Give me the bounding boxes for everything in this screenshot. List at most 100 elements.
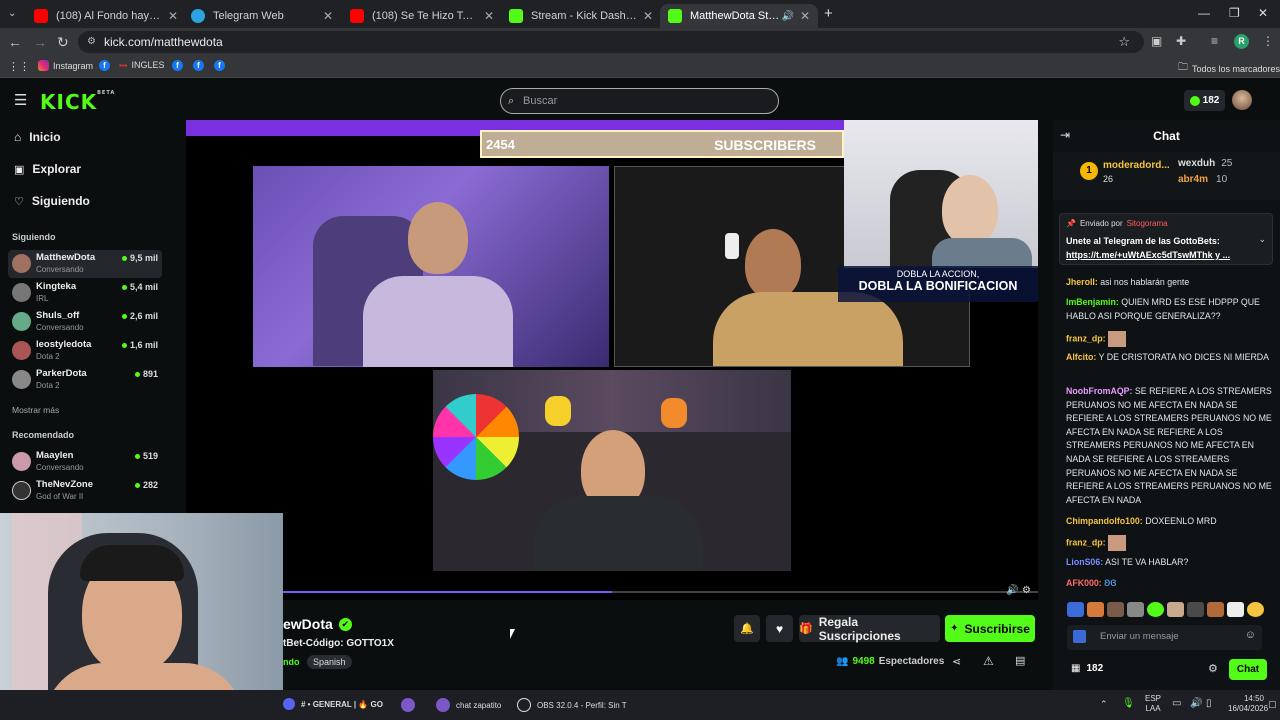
settings-icon[interactable]: ⚙	[1022, 585, 1031, 596]
close-icon[interactable]: ✕	[484, 9, 494, 23]
sidebar-channel-matthewdota[interactable]: MatthewDota Conversando 9,5 mil	[8, 250, 162, 278]
bookmark-facebook[interactable]: f	[172, 60, 183, 71]
bookmark-ingles[interactable]: ▪▪▪ INGLES	[119, 60, 165, 70]
sidebar-channel-kingteka[interactable]: Kingteka IRL 5,4 mil	[8, 279, 162, 307]
emote-icon[interactable]	[1107, 602, 1124, 617]
notifications-button[interactable]: 🔔	[734, 615, 760, 642]
battery-icon[interactable]: ▯	[1206, 698, 1212, 709]
tray-chevron-icon[interactable]: ⌃	[1100, 699, 1108, 710]
chat-taskbar-item[interactable]: chat zapatito	[436, 698, 501, 712]
close-window-button[interactable]: ✕	[1258, 6, 1268, 20]
pinned-message[interactable]: 📌 Enviado por Sitogorama Unete al Telegr…	[1059, 213, 1273, 265]
forward-button[interactable]: →	[33, 34, 47, 50]
media-control-icon[interactable]: ≡	[1211, 34, 1218, 48]
close-icon[interactable]: ✕	[800, 9, 810, 23]
menu-icon[interactable]: ⋮	[1262, 34, 1274, 48]
emote-icon[interactable]	[1187, 602, 1204, 617]
screenshot-icon[interactable]: ▣	[1151, 34, 1162, 48]
browser-tab-active[interactable]: MatthewDota Stream - Wa 🔊 ✕	[660, 4, 818, 28]
close-icon[interactable]: ✕	[643, 9, 653, 23]
kick-logo[interactable]: KICKBETA	[40, 90, 115, 114]
video-progress-bar[interactable]	[186, 591, 1038, 593]
bookmark-instagram[interactable]: Instagram	[38, 60, 93, 71]
show-more-link[interactable]: Mostrar más	[12, 405, 59, 415]
app-taskbar-icon[interactable]	[401, 698, 415, 712]
new-tab-button[interactable]: +	[824, 5, 833, 22]
emote-icon[interactable]	[1247, 602, 1264, 617]
sidebar-channel-shuls[interactable]: Shuls_off Conversando 2,6 mil	[8, 308, 162, 336]
discord-taskbar-item[interactable]: # • GENERAL | 🔥 GO	[283, 698, 383, 710]
speaker-icon[interactable]: 🔊	[781, 11, 793, 22]
heart-icon: ♡	[14, 195, 24, 208]
all-bookmarks-folder[interactable]: 🗀 Todos los marcadores	[1178, 60, 1280, 77]
profile-avatar[interactable]: R	[1234, 34, 1249, 49]
pinned-link[interactable]: https://t.me/+uWtAExc5dTswMThk y ...	[1066, 250, 1230, 260]
notifications-icon[interactable]: ▢	[1268, 699, 1277, 710]
bell-icon: 🔔	[740, 623, 754, 635]
emote-icon[interactable]	[1067, 602, 1084, 617]
report-icon[interactable]: ⚠	[983, 654, 994, 668]
expand-icon[interactable]: ⌄	[1258, 234, 1266, 245]
channel-name[interactable]: ewDota ✔	[283, 616, 352, 632]
subscribe-button[interactable]: ✦ Suscribirse	[945, 615, 1035, 642]
emote-icon[interactable]	[1087, 602, 1104, 617]
nav-following[interactable]: ♡ Siguiendo	[14, 194, 90, 208]
reload-button[interactable]: ↻	[57, 34, 69, 51]
chat-kicks-balance[interactable]: ▦ 182	[1071, 663, 1103, 674]
follow-button[interactable]: ♥	[766, 615, 793, 642]
user-card-icon[interactable]: ▤	[1015, 654, 1025, 667]
video-player[interactable]: 2454 SUBSCRIBERS DOBLA LA ACCION, DOBLA …	[186, 120, 1038, 600]
sidebar-channel-parkerdota[interactable]: ParkerDota Dota 2 891	[8, 366, 162, 394]
browser-tab[interactable]: Stream - Kick Dashboard ✕	[501, 4, 661, 28]
apps-icon[interactable]: ⋮⋮	[8, 60, 30, 73]
nav-home[interactable]: ⌂ Inicio	[14, 130, 61, 144]
sidebar-channel-leostyledota[interactable]: leostyledota Dota 2 1,6 mil	[8, 337, 162, 365]
hamburger-menu-icon[interactable]: ☰	[14, 91, 27, 109]
close-icon[interactable]: ✕	[168, 9, 178, 23]
share-icon[interactable]: ⋖	[952, 655, 961, 668]
emote-icon[interactable]	[1167, 602, 1184, 617]
browser-tab[interactable]: (108) Al Fondo hay Sitio 8: Ferm ✕	[26, 4, 186, 28]
emote-icon[interactable]	[1127, 602, 1144, 617]
maximize-button[interactable]: ❐	[1229, 6, 1240, 20]
emote-icon[interactable]	[1227, 602, 1244, 617]
site-info-icon[interactable]: ⚙	[87, 31, 96, 53]
language-indicator[interactable]: ESP LAA	[1145, 694, 1161, 714]
emote-image	[1108, 331, 1127, 347]
extensions-icon[interactable]: ✚	[1176, 34, 1186, 48]
browser-tab[interactable]: Telegram Web ✕	[183, 4, 341, 28]
emoji-icon[interactable]: ☺	[1245, 629, 1256, 641]
bookmark-facebook[interactable]: f	[99, 60, 110, 71]
emote-icon[interactable]	[1147, 602, 1164, 617]
sidebar-channel-maaylen[interactable]: Maaylen Conversando 519	[8, 448, 162, 476]
mic-icon[interactable]: 🎙	[1122, 698, 1135, 709]
network-icon[interactable]: ▭	[1172, 698, 1181, 709]
browser-tab[interactable]: (108) Se Te Hizo Tarde (feat. Ele ✕	[342, 4, 502, 28]
volume-icon[interactable]: 🔊	[1006, 585, 1018, 596]
gift-subs-button[interactable]: 🎁 Regala Suscripciones	[799, 615, 940, 643]
send-chat-button[interactable]: Chat	[1229, 659, 1267, 680]
close-icon[interactable]: ✕	[323, 9, 333, 23]
chat-message: LionS06: ASI TE VA HABLAR?	[1066, 557, 1189, 567]
nav-explore[interactable]: ▣ Explorar	[14, 162, 81, 176]
kicks-balance-button[interactable]: 182	[1184, 90, 1225, 111]
stream-category[interactable]: ndo	[283, 657, 300, 667]
bookmark-facebook[interactable]: f	[214, 60, 225, 71]
tab-search-icon[interactable]: ⌄	[8, 8, 16, 19]
volume-tray-icon[interactable]: 🔊	[1190, 698, 1202, 709]
search-input[interactable]: ⌕ Buscar	[500, 88, 779, 114]
back-button[interactable]: ←	[8, 34, 22, 50]
emote-icon[interactable]	[1207, 602, 1224, 617]
bookmark-star-icon[interactable]: ☆	[1118, 31, 1130, 53]
clock[interactable]: 14:50 16/04/2026	[1228, 694, 1268, 714]
address-bar[interactable]: ⚙ kick.com/matthewdota ☆	[78, 31, 1144, 53]
language-tag[interactable]: Spanish	[307, 655, 352, 669]
emote-picker-icon[interactable]	[1073, 630, 1086, 643]
minimize-button[interactable]: —	[1198, 6, 1210, 20]
chat-settings-icon[interactable]: ⚙	[1208, 662, 1218, 675]
sidebar-channel-thenevzone[interactable]: TheNevZone God of War II 282	[8, 477, 162, 505]
chat-input[interactable]: Enviar un mensaje ☺	[1067, 625, 1262, 650]
bookmark-facebook[interactable]: f	[193, 60, 204, 71]
obs-taskbar-item[interactable]: OBS 32.0.4 - Perfil: Sin T	[517, 698, 627, 712]
user-avatar[interactable]	[1232, 90, 1252, 110]
